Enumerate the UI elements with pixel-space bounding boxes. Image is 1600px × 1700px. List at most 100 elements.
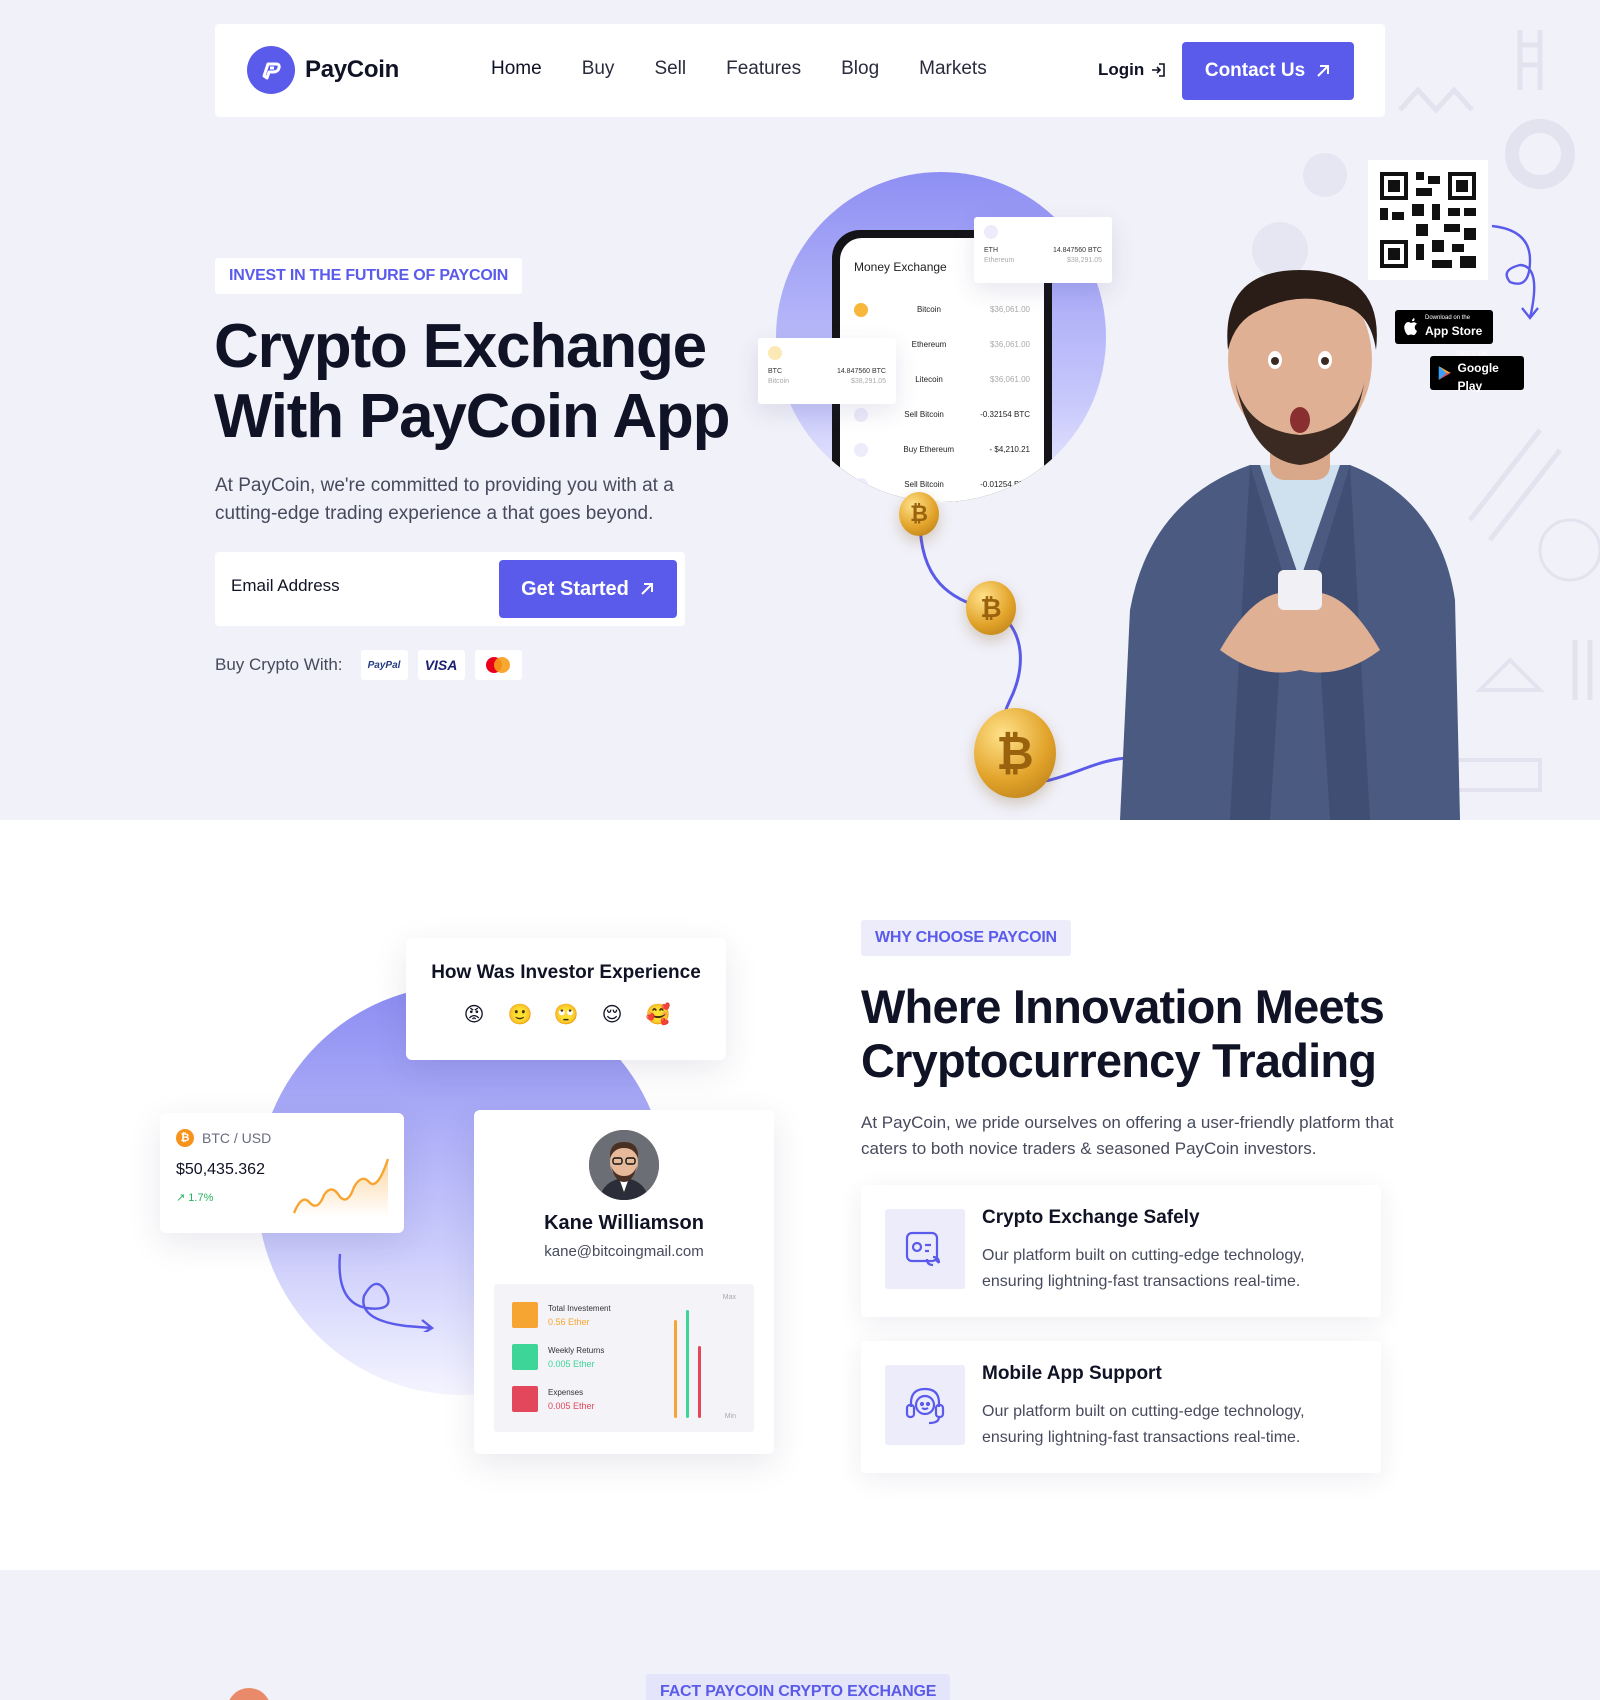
qr-code[interactable] <box>1368 160 1488 280</box>
row-value: $36,061.00 <box>989 305 1030 314</box>
btc-icon <box>768 346 782 360</box>
decorative-avatar <box>227 1688 271 1700</box>
stat-value: 0.005 Ether <box>548 1400 595 1411</box>
feature-title: Crypto Exchange Safely <box>982 1207 1200 1228</box>
investor-experience-card: How Was Investor Experience 😡 🙂 🙄 😌 🥰 <box>406 938 726 1060</box>
google-play-label: Google Play <box>1457 360 1499 393</box>
nav-sell[interactable]: Sell <box>654 58 686 80</box>
brand-logo[interactable]: PayCoin <box>247 46 399 94</box>
stat-label: Weekly Returns <box>548 1345 605 1355</box>
get-started-label: Get Started <box>521 577 629 600</box>
nav-features[interactable]: Features <box>726 58 801 80</box>
row-name: Buy Ethereum <box>903 445 955 454</box>
nav-buy[interactable]: Buy <box>582 58 615 80</box>
exchange-icon <box>885 1209 965 1289</box>
card-coin: BTC <box>768 368 782 375</box>
rating-emojis: 😡 🙂 🙄 😌 🥰 <box>406 998 726 1030</box>
card-usd: $38,291.05 <box>1066 257 1102 264</box>
card-sub: Bitcoin <box>768 378 790 385</box>
eye-roll-emoji-icon[interactable]: 🙄 <box>550 998 582 1030</box>
brand-name: PayCoin <box>305 56 399 83</box>
pair-label: BTC / USD <box>202 1130 272 1146</box>
feature-text: Our platform built on cutting-edge techn… <box>982 1247 1305 1290</box>
app-store-badge[interactable]: Download on the App Store <box>1395 310 1493 344</box>
nav-markets[interactable]: Markets <box>919 58 987 80</box>
smile-emoji-icon[interactable]: 🙂 <box>504 998 536 1030</box>
money-icon <box>512 1386 538 1412</box>
contact-label: Contact Us <box>1204 60 1306 81</box>
main-menu: Home Buy Sell Features Blog Markets <box>491 58 987 80</box>
nav-home[interactable]: Home <box>491 58 542 80</box>
angry-emoji-icon[interactable]: 😡 <box>458 998 490 1030</box>
feature-title: Mobile App Support <box>982 1363 1162 1384</box>
why-description: At PayCoin, we pride ourselves on offeri… <box>861 1113 1394 1158</box>
phone-row: Buy Ethereum - $4,210.21 <box>854 432 1030 467</box>
get-started-button[interactable]: Get Started <box>499 560 677 618</box>
google-play-small: GET IT ON <box>1457 351 1488 358</box>
feature-text: Our platform built on cutting-edge techn… <box>982 1403 1305 1446</box>
hero-title: Crypto Exchange With PayCoin App <box>214 312 730 451</box>
email-signup-form: Get Started <box>215 552 685 626</box>
top-navbar: PayCoin Home Buy Sell Features Blog Mark… <box>215 24 1385 117</box>
feature-card-mobile-support[interactable]: Mobile App Support Our platform built on… <box>861 1341 1381 1473</box>
eth-icon <box>984 225 998 239</box>
phone-row: Bitcoin $36,061.00 <box>854 292 1030 327</box>
stat-total-investment: Total Investement 0.56 Ether <box>512 1302 611 1328</box>
relieved-emoji-icon[interactable]: 😌 <box>596 998 628 1030</box>
card-value: 14.847560 BTC <box>836 368 886 375</box>
row-name: Bitcoin <box>916 305 941 314</box>
bitcoin-icon: ₿ <box>176 1129 194 1147</box>
buy-with-label: Buy Crypto With: <box>215 655 343 674</box>
email-input[interactable] <box>231 576 471 596</box>
investor-card-title: How Was Investor Experience <box>431 962 701 983</box>
phone-row: Sell Bitcoin -0.01254 BTC <box>854 467 1030 502</box>
btc-pair: ₿ BTC / USD <box>176 1129 388 1147</box>
row-value: -0.32154 BTC <box>980 410 1030 419</box>
row-value: - $4,210.21 <box>989 445 1030 454</box>
card-value: 14.847560 BTC <box>1052 247 1102 254</box>
stat-value: 0.56 Ether <box>548 1316 590 1327</box>
visa-logo[interactable]: VISA <box>417 650 465 680</box>
why-tagline: WHY CHOOSE PAYCOIN <box>861 920 1071 956</box>
bar-returns <box>686 1310 689 1418</box>
hero-description: At PayCoin, we're committed to providing… <box>215 475 674 524</box>
bitcoin-icon <box>854 302 868 317</box>
arrow-up-right-icon <box>1317 65 1330 77</box>
contact-us-button[interactable]: Contact Us <box>1182 42 1354 100</box>
row-name: Litecoin <box>915 375 943 384</box>
profile-name: Kane Williamson <box>544 1212 704 1234</box>
bitcoin-coin-icon: ₿ <box>899 492 939 536</box>
person-avatar-icon <box>589 1130 659 1200</box>
nav-blog[interactable]: Blog <box>841 58 879 80</box>
axis-min-label: Min <box>724 1413 736 1420</box>
login-label: Login <box>1098 60 1145 79</box>
payment-methods: Buy Crypto With: PayPal VISA <box>215 650 522 680</box>
paycoin-logo-icon <box>247 46 295 94</box>
arrow-icon <box>854 477 868 492</box>
stat-label: Total Investement <box>548 1303 611 1313</box>
feature-card-exchange[interactable]: Crypto Exchange Safely Our platform buil… <box>861 1185 1381 1317</box>
apple-icon <box>1404 318 1417 336</box>
headset-icon <box>885 1365 965 1445</box>
qr-code-icon <box>1380 172 1476 268</box>
why-title: Where Innovation Meets Cryptocurrency Tr… <box>861 980 1385 1087</box>
hero-section: PayCoin Home Buy Sell Features Blog Mark… <box>0 0 1600 820</box>
login-link[interactable]: Login <box>1098 60 1166 80</box>
card-usd: $38,291.05 <box>850 378 886 385</box>
visa-text: VISA <box>424 657 458 673</box>
row-value: $36,061.00 <box>989 375 1030 384</box>
change-value: 1.7% <box>188 1192 214 1204</box>
login-icon <box>1152 63 1166 77</box>
eth-balance-card: ETH 14.847560 BTC Ethereum $38,291.05 <box>974 217 1112 283</box>
arrow-icon <box>854 442 868 457</box>
paypal-logo[interactable]: PayPal <box>360 650 408 680</box>
google-play-badge[interactable]: GET IT ON Google Play <box>1430 352 1524 393</box>
bitcoin-coin-icon: ₿ <box>974 708 1056 798</box>
mastercard-logo[interactable] <box>474 650 522 680</box>
row-name: Ethereum <box>911 340 947 349</box>
curved-arrow-icon <box>1491 224 1539 320</box>
stat-weekly-returns: Weekly Returns 0.005 Ether <box>512 1344 604 1370</box>
facts-section: FACT PAYCOIN CRYPTO EXCHANGE <box>0 1570 1600 1700</box>
avatar[interactable] <box>589 1130 659 1200</box>
love-emoji-icon[interactable]: 🥰 <box>642 998 674 1030</box>
